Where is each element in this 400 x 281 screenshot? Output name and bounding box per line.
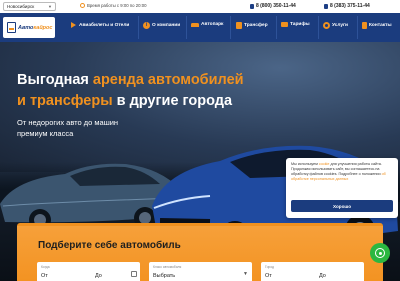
nav-item-label: Трансфер (244, 23, 268, 28)
nav-item-flights-hotels[interactable]: Авиабилеты и Отели (70, 22, 129, 29)
nav-item-label: О компании (152, 23, 181, 28)
nav-item-label: Услуги (332, 23, 348, 28)
phone-icon (362, 22, 367, 29)
car-icon (191, 22, 199, 27)
nav-item-contacts[interactable]: Контакты (362, 22, 392, 29)
nav-item-tariffs[interactable]: Тарифы (281, 22, 310, 27)
date-field[interactable]: Когда От До (37, 262, 140, 281)
cookie-accept-button[interactable]: Хорошо (291, 200, 393, 212)
nav-divider (186, 16, 187, 39)
nav-item-fleet[interactable]: Автопарк (191, 22, 223, 27)
date-from-input[interactable]: От (41, 273, 48, 279)
working-hours: Время работы с 9:00 по 20:00 (80, 3, 146, 8)
nav-item-services[interactable]: Услуги (323, 22, 348, 29)
hero-title-part: Выгодная (17, 72, 93, 88)
bus-icon (236, 22, 242, 29)
nav-divider (357, 16, 358, 39)
nav-item-label: Авиабилеты и Отели (79, 23, 130, 28)
car-class-select[interactable]: Класс автомобиля Выбрать ▼ (149, 262, 252, 281)
top-bar: Новосибирск ▼ Время работы с 9:00 по 20:… (0, 0, 400, 13)
nav-divider (318, 16, 319, 39)
car-search-form: Подберите себе автомобиль Когда От До Кл… (17, 223, 383, 281)
cookie-notice: Мы используем cookie для улучшения работ… (286, 158, 398, 218)
logo-text-part1: Авто (18, 24, 34, 31)
cookie-text: Мы используем cookie для улучшения работ… (291, 162, 393, 182)
chevron-down-icon: ▼ (48, 4, 52, 9)
phone-link-1[interactable]: 8 (800) 350-11-44 (250, 3, 296, 9)
nav-divider (230, 16, 231, 39)
info-icon: i (143, 22, 150, 29)
nav-item-label: Тарифы (290, 22, 310, 27)
hero-title-accent: аренда автомобилей (92, 72, 244, 88)
date-to-input[interactable]: До (95, 273, 102, 279)
nav-item-label: Автопарк (201, 22, 224, 27)
whatsapp-button[interactable] (370, 243, 390, 263)
working-hours-text: Время работы с 9:00 по 20:00 (87, 3, 147, 8)
city-select-value: Новосибирск (7, 4, 35, 9)
city-select[interactable]: Новосибирск ▼ (3, 2, 56, 11)
hero-title-part: в другие города (112, 93, 233, 109)
plane-icon (70, 22, 77, 29)
chevron-down-icon: ▼ (243, 271, 248, 277)
cookie-link[interactable]: cookie (319, 162, 330, 166)
phone-number-2: 8 (383) 375-11-44 (330, 3, 370, 9)
city-field[interactable]: Город От До (261, 262, 364, 281)
nav-item-about[interactable]: i О компании (143, 22, 180, 29)
calendar-icon[interactable] (131, 271, 137, 277)
hero-subtitle: От недорогих авто до машин премиум класс… (17, 118, 119, 138)
nav-item-label: Контакты (369, 23, 392, 28)
city-to-input[interactable]: До (319, 273, 326, 279)
logo-text-part2: кайрос (33, 24, 53, 31)
hero-title-accent: и трансферы (17, 93, 113, 109)
tag-icon (281, 22, 288, 27)
form-title: Подберите себе автомобиль (38, 240, 181, 251)
whatsapp-icon (375, 248, 385, 258)
nav-divider (138, 16, 139, 39)
car-class-value: Выбрать (153, 273, 176, 279)
nav-item-transfer[interactable]: Трансфер (236, 22, 268, 29)
phone-icon (324, 3, 328, 9)
logo-text: Автокайрос (18, 25, 52, 31)
phone-icon (250, 3, 254, 9)
city-field-label: Город (265, 264, 274, 269)
clock-icon (80, 3, 85, 8)
hero-title: Выгодная аренда автомобилей и трансферы … (17, 70, 317, 112)
logo-icon (7, 22, 16, 33)
site-logo[interactable]: Автокайрос (3, 17, 55, 38)
date-field-label: Когда (41, 264, 50, 269)
car-class-label: Класс автомобиля (153, 264, 182, 269)
gear-icon (323, 22, 330, 29)
phone-link-2[interactable]: 8 (383) 375-11-44 (324, 3, 370, 9)
city-from-input[interactable]: От (265, 273, 272, 279)
cookie-text-part: Мы используем (291, 162, 319, 166)
phone-number-1: 8 (800) 350-11-44 (256, 3, 296, 9)
nav-divider (276, 16, 277, 39)
